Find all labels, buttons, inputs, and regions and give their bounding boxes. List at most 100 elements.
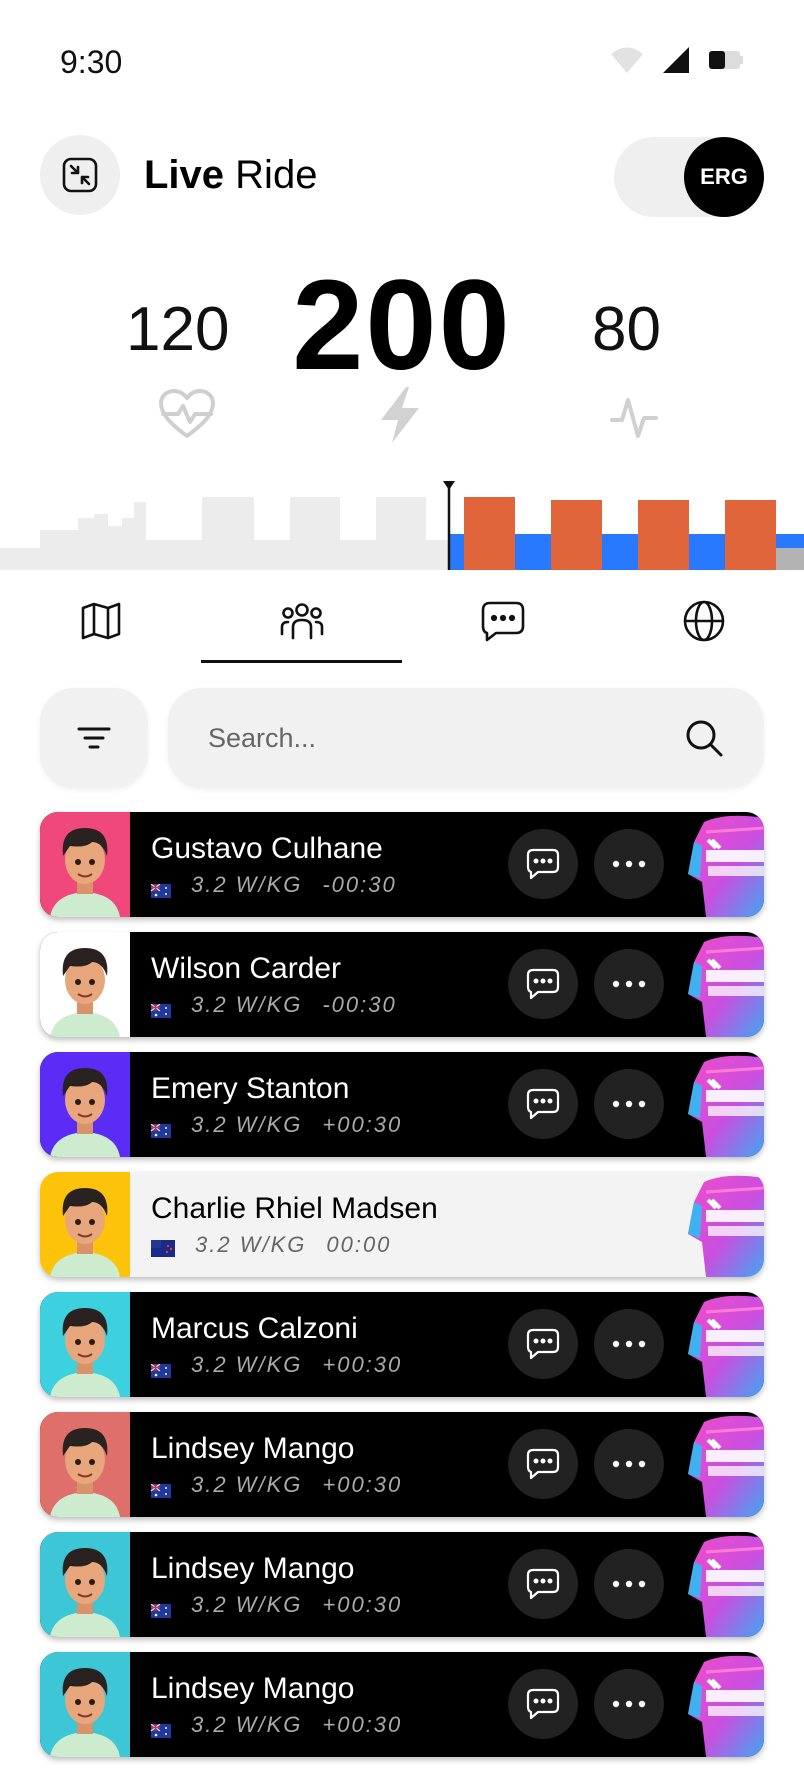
rider-row[interactable]: Wilson Carder 3.2 W/KG -00:30 — [40, 932, 764, 1037]
more-options-button[interactable] — [594, 1669, 664, 1739]
chat-icon — [526, 968, 560, 1000]
rider-row[interactable]: Marcus Calzoni 3.2 W/KG +00:30 — [40, 1292, 764, 1397]
wifi-icon — [611, 47, 643, 73]
status-bar: 9:30 — [0, 0, 804, 125]
team-jersey — [686, 1052, 764, 1157]
more-options-button[interactable] — [594, 949, 664, 1019]
flag-icon — [150, 1478, 171, 1498]
header: Live Ride ERG — [0, 135, 804, 217]
avatar[interactable] — [40, 812, 130, 917]
tab-bar — [0, 580, 804, 670]
team-jersey — [686, 1172, 764, 1277]
search-box — [168, 688, 764, 788]
more-icon — [612, 1340, 646, 1348]
rider-gap: +00:30 — [322, 1592, 403, 1617]
tab-chat[interactable] — [402, 580, 603, 662]
team-jersey — [686, 1292, 764, 1397]
collapse-button[interactable] — [40, 135, 120, 215]
search-icon[interactable] — [684, 718, 724, 758]
flag-icon — [150, 1118, 171, 1138]
rider-gap: +00:30 — [322, 1472, 403, 1497]
rider-meta: 3.2 W/KG -00:30 — [150, 872, 397, 898]
rider-row[interactable]: Emery Stanton 3.2 W/KG +00:30 — [40, 1052, 764, 1157]
rider-name: Emery Stanton — [151, 1072, 350, 1105]
more-options-button[interactable] — [594, 1549, 664, 1619]
rider-meta: 3.2 W/KG +00:30 — [150, 1712, 403, 1738]
search-input[interactable] — [208, 718, 648, 758]
rider-wkg: 3.2 W/KG — [191, 1352, 303, 1377]
progress-marker-head — [443, 481, 455, 490]
flag-icon — [150, 1358, 171, 1378]
workout-profile — [0, 481, 804, 570]
avatar[interactable] — [40, 1052, 130, 1157]
status-time: 9:30 — [60, 44, 123, 80]
message-rider-button[interactable] — [508, 1549, 578, 1619]
rider-row[interactable]: Lindsey Mango 3.2 W/KG +00:30 — [40, 1652, 764, 1757]
rider-row[interactable]: Gustavo Culhane 3.2 W/KG -00:30 — [40, 812, 764, 917]
team-jersey — [686, 1412, 764, 1517]
rider-gap: +00:30 — [322, 1352, 403, 1377]
avatar[interactable] — [40, 932, 130, 1037]
rider-wkg: 3.2 W/KG — [191, 1472, 303, 1497]
team-jersey — [686, 932, 764, 1037]
more-options-button[interactable] — [594, 1069, 664, 1139]
map-icon — [81, 602, 120, 640]
battery-icon — [709, 51, 743, 69]
rider-row[interactable]: Lindsey Mango 3.2 W/KG +00:30 — [40, 1532, 764, 1637]
rider-gap: +00:30 — [322, 1712, 403, 1737]
rider-row[interactable]: Lindsey Mango 3.2 W/KG +00:30 — [40, 1412, 764, 1517]
effort-bar — [638, 500, 689, 570]
chat-icon — [526, 1568, 560, 1600]
rider-wkg: 3.2 W/KG — [191, 992, 303, 1017]
rider-wkg: 3.2 W/KG — [191, 1712, 303, 1737]
avatar[interactable] — [40, 1652, 130, 1757]
filter-button[interactable] — [40, 688, 148, 788]
status-icons — [610, 46, 744, 74]
filter-icon — [77, 727, 111, 749]
chat-icon — [526, 848, 560, 880]
rider-name: Lindsey Mango — [151, 1672, 355, 1705]
avatar[interactable] — [40, 1172, 130, 1277]
page-title: Live Ride — [144, 153, 317, 198]
rider-wkg: 3.2 W/KG — [191, 1112, 303, 1137]
message-rider-button[interactable] — [508, 1069, 578, 1139]
message-rider-button[interactable] — [508, 1429, 578, 1499]
rider-name: Marcus Calzoni — [151, 1312, 358, 1345]
more-icon — [612, 1580, 646, 1588]
more-icon — [612, 860, 646, 868]
avatar[interactable] — [40, 1532, 130, 1637]
avatar[interactable] — [40, 1412, 130, 1517]
rider-meta: 3.2 W/KG 00:00 — [151, 1232, 391, 1258]
more-options-button[interactable] — [594, 1309, 664, 1379]
cadence-icon — [610, 398, 658, 438]
tab-map[interactable] — [0, 580, 201, 662]
rider-wkg: 3.2 W/KG — [191, 872, 303, 897]
message-rider-button[interactable] — [508, 1669, 578, 1739]
rider-name: Gustavo Culhane — [151, 832, 383, 865]
message-rider-button[interactable] — [508, 829, 578, 899]
remaining-segment — [776, 548, 804, 570]
more-icon — [612, 1100, 646, 1108]
flag-icon — [151, 1237, 175, 1257]
rider-row[interactable]: Charlie Rhiel Madsen 3.2 W/KG 00:00 — [40, 1172, 764, 1277]
rider-list: Gustavo Culhane 3.2 W/KG -00:30 Wilson Card… — [40, 812, 764, 1772]
rider-gap: -00:30 — [322, 992, 397, 1017]
rider-meta: 3.2 W/KG +00:30 — [150, 1592, 403, 1618]
rider-name: Lindsey Mango — [151, 1432, 355, 1465]
rider-name: Wilson Carder — [151, 952, 342, 985]
tab-world[interactable] — [603, 580, 804, 662]
lightning-icon — [381, 387, 419, 443]
team-jersey — [686, 1652, 764, 1757]
more-options-button[interactable] — [594, 829, 664, 899]
rider-name: Lindsey Mango — [151, 1552, 355, 1585]
metrics-panel: 120 200 80 — [0, 254, 804, 450]
title-bold: Live — [144, 153, 225, 197]
erg-toggle[interactable]: ERG — [614, 137, 764, 217]
message-rider-button[interactable] — [508, 1309, 578, 1379]
chat-icon — [526, 1688, 560, 1720]
message-rider-button[interactable] — [508, 949, 578, 1019]
tab-riders[interactable] — [201, 580, 402, 662]
avatar[interactable] — [40, 1292, 130, 1397]
rider-meta: 3.2 W/KG +00:30 — [150, 1352, 403, 1378]
more-options-button[interactable] — [594, 1429, 664, 1499]
